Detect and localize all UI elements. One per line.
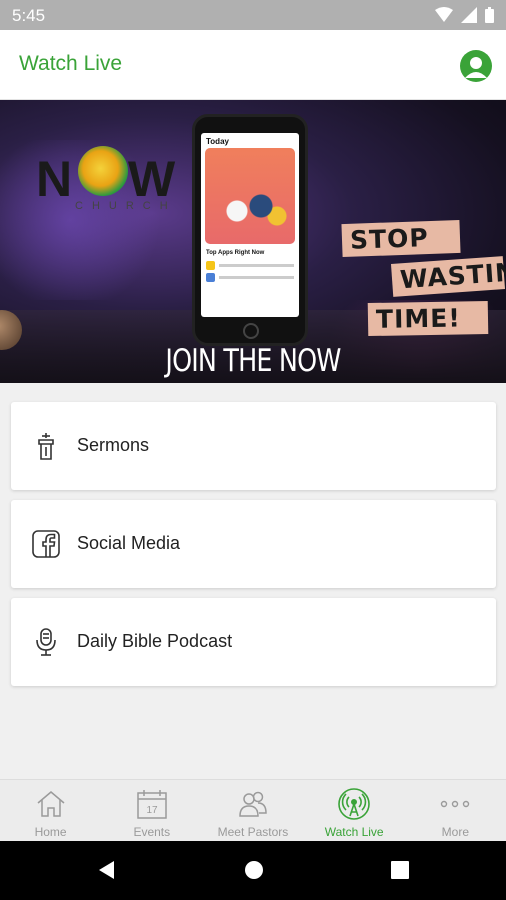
nav-item-watch-live[interactable]: Watch Live [304,780,405,841]
church-logo-globe [78,146,128,196]
menu-item-label: Social Media [77,533,181,553]
page-title: Watch Live [19,52,123,75]
broadcast-icon [338,788,370,820]
wifi-icon [435,7,453,22]
sign-line: TIME! [367,300,489,337]
nav-item-meet-pastors[interactable]: Meet Pastors [202,780,303,841]
home-button-icon[interactable] [243,859,265,881]
facebook-icon [32,530,60,558]
calendar-day: 17 [146,805,158,816]
status-icons [435,7,494,23]
nav-label: Home [34,825,67,839]
bottom-navigation: Home 17 Events Meet Pastors Watch Live M… [0,779,506,841]
sign-line: STOP [341,219,461,258]
pulpit-icon [38,433,54,460]
promo-banner[interactable]: N W CHURCH Today Top Apps Right Now STOP… [0,100,506,383]
phone-screen-heading: Today [206,137,229,146]
menu-item-label: Sermons [77,435,150,455]
menu-item-daily-bible-podcast[interactable]: Daily Bible Podcast [11,598,496,686]
sign-line: WASTING [390,256,506,297]
logo-subtitle: CHURCH [75,200,177,212]
calendar-icon: 17 [137,790,167,819]
user-icon [465,57,487,78]
cell-signal-icon [461,7,477,23]
nav-label: More [441,825,470,839]
nav-label: Meet Pastors [217,825,289,839]
logo-letter: N [36,151,72,207]
nav-item-home[interactable]: Home [0,780,101,841]
nav-item-events[interactable]: 17 Events [101,780,202,841]
phone-section-title: Top Apps Right Now [206,250,265,256]
banner-caption: JOIN THE NOW [165,343,341,379]
status-bar: 5:45 [0,0,506,30]
phone-mockup: Today Top Apps Right Now [192,114,308,346]
status-time: 5:45 [12,6,46,25]
nav-item-more[interactable]: More [405,780,506,841]
nav-label: Events [133,825,171,839]
phone-feature-card [205,148,295,244]
people-icon [239,791,267,817]
phone-app-row [206,260,294,270]
menu-item-social-media[interactable]: Social Media [11,500,496,588]
profile-button[interactable] [460,50,492,82]
app-bar: Watch Live [0,30,506,100]
phone-home-button [243,323,259,339]
back-icon[interactable] [96,859,118,881]
phone-screen: Today Top Apps Right Now [201,133,299,317]
menu-item-sermons[interactable]: Sermons [11,402,496,490]
recent-apps-icon[interactable] [389,859,411,881]
home-icon [37,791,65,817]
nav-label: Watch Live [324,825,384,839]
more-dots-icon [441,800,470,808]
phone-app-row [206,272,294,282]
menu-item-label: Daily Bible Podcast [77,631,233,651]
microphone-icon [36,628,56,656]
battery-icon [485,7,494,23]
system-navigation-bar [0,841,506,900]
